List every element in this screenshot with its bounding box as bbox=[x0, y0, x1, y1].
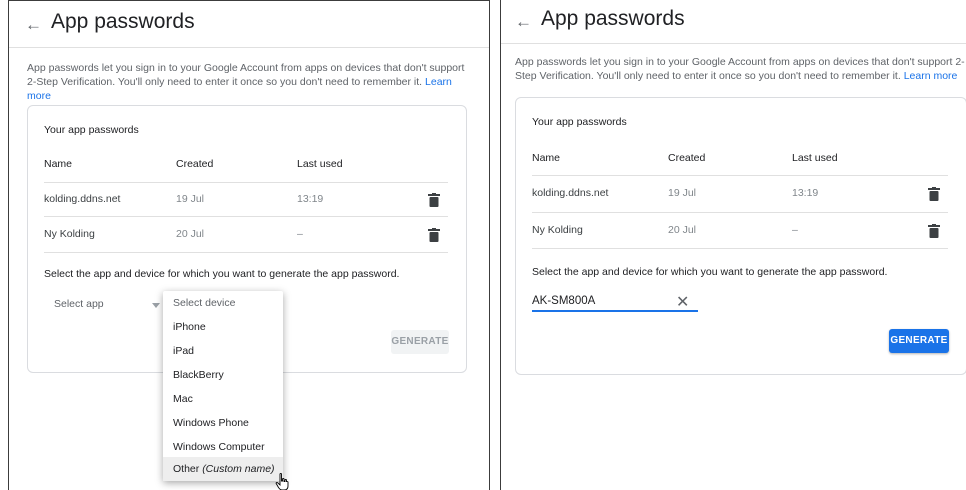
trash-icon[interactable] bbox=[428, 228, 440, 242]
back-arrow-icon[interactable]: ← bbox=[515, 12, 532, 32]
column-header-last-used: Last used bbox=[297, 158, 343, 170]
device-name-value: AK-SM800A bbox=[532, 295, 596, 307]
row-name: Ny Kolding bbox=[44, 228, 95, 240]
row-divider bbox=[44, 216, 448, 217]
row-created: 19 Jul bbox=[668, 187, 697, 199]
row-created: 19 Jul bbox=[176, 193, 205, 205]
caret-down-icon bbox=[152, 303, 160, 308]
other-hint: (Custom name) bbox=[202, 463, 275, 475]
description-text: App passwords let you sign in to your Go… bbox=[515, 56, 965, 82]
row-last-used: 13:19 bbox=[297, 193, 324, 205]
app-passwords-card: Your app passwords Name Created Last use… bbox=[515, 97, 966, 375]
row-divider bbox=[532, 248, 948, 249]
trash-icon[interactable] bbox=[428, 193, 440, 207]
row-name: kolding.ddns.net bbox=[532, 187, 609, 199]
input-underline bbox=[532, 310, 698, 312]
description-text: App passwords let you sign in to your Go… bbox=[27, 62, 465, 88]
row-last-used: – bbox=[792, 224, 798, 236]
select-app-label: Select app bbox=[54, 298, 104, 310]
column-header-created: Created bbox=[668, 152, 706, 164]
column-header-last-used: Last used bbox=[792, 152, 838, 164]
trash-icon[interactable] bbox=[928, 224, 940, 238]
page-title: App passwords bbox=[541, 7, 685, 30]
dropdown-item-blackberry[interactable]: BlackBerry bbox=[163, 363, 283, 387]
back-arrow-icon[interactable]: ← bbox=[25, 15, 42, 35]
page-header: ← App passwords bbox=[501, 0, 966, 44]
description: App passwords let you sign in to your Go… bbox=[515, 55, 965, 83]
row-created: 20 Jul bbox=[176, 228, 205, 240]
dropdown-item-windows-phone[interactable]: Windows Phone bbox=[163, 411, 283, 435]
row-last-used: 13:19 bbox=[792, 187, 819, 199]
dropdown-item-windows-computer[interactable]: Windows Computer bbox=[163, 435, 283, 459]
column-header-name: Name bbox=[44, 158, 73, 170]
row-divider bbox=[532, 212, 948, 213]
generate-button[interactable]: GENERATE bbox=[391, 330, 449, 354]
row-last-used: – bbox=[297, 228, 303, 240]
description: App passwords let you sign in to your Go… bbox=[27, 61, 467, 103]
page-title: App passwords bbox=[51, 10, 195, 33]
dropdown-placeholder: Select device bbox=[173, 297, 236, 309]
left-panel: ← App passwords App passwords let you si… bbox=[8, 0, 490, 490]
row-divider bbox=[532, 175, 948, 176]
row-name: kolding.ddns.net bbox=[44, 193, 121, 205]
select-prompt: Select the app and device for which you … bbox=[44, 268, 400, 280]
row-created: 20 Jul bbox=[668, 224, 697, 236]
dropdown-item-other[interactable]: Other (Custom name) bbox=[163, 457, 283, 481]
card-title: Your app passwords bbox=[532, 116, 627, 128]
dropdown-item-iphone[interactable]: iPhone bbox=[163, 315, 283, 339]
select-prompt: Select the app and device for which you … bbox=[532, 266, 888, 278]
close-icon[interactable]: ✕ bbox=[676, 295, 689, 311]
card-title: Your app passwords bbox=[44, 124, 139, 136]
device-dropdown-menu: Select device iPhone iPad BlackBerry Mac… bbox=[163, 291, 283, 481]
column-header-name: Name bbox=[532, 152, 561, 164]
row-name: Ny Kolding bbox=[532, 224, 583, 236]
learn-more-link[interactable]: Learn more bbox=[904, 70, 958, 82]
row-divider bbox=[44, 252, 448, 253]
dropdown-item-ipad[interactable]: iPad bbox=[163, 339, 283, 363]
trash-icon[interactable] bbox=[928, 187, 940, 201]
hand-cursor-icon bbox=[275, 473, 289, 490]
right-panel: ← App passwords App passwords let you si… bbox=[500, 0, 966, 490]
dropdown-item-mac[interactable]: Mac bbox=[163, 387, 283, 411]
page-header: ← App passwords bbox=[9, 1, 489, 48]
generate-button[interactable]: GENERATE bbox=[889, 329, 949, 353]
other-label: Other bbox=[173, 463, 200, 475]
row-divider bbox=[44, 182, 448, 183]
column-header-created: Created bbox=[176, 158, 214, 170]
